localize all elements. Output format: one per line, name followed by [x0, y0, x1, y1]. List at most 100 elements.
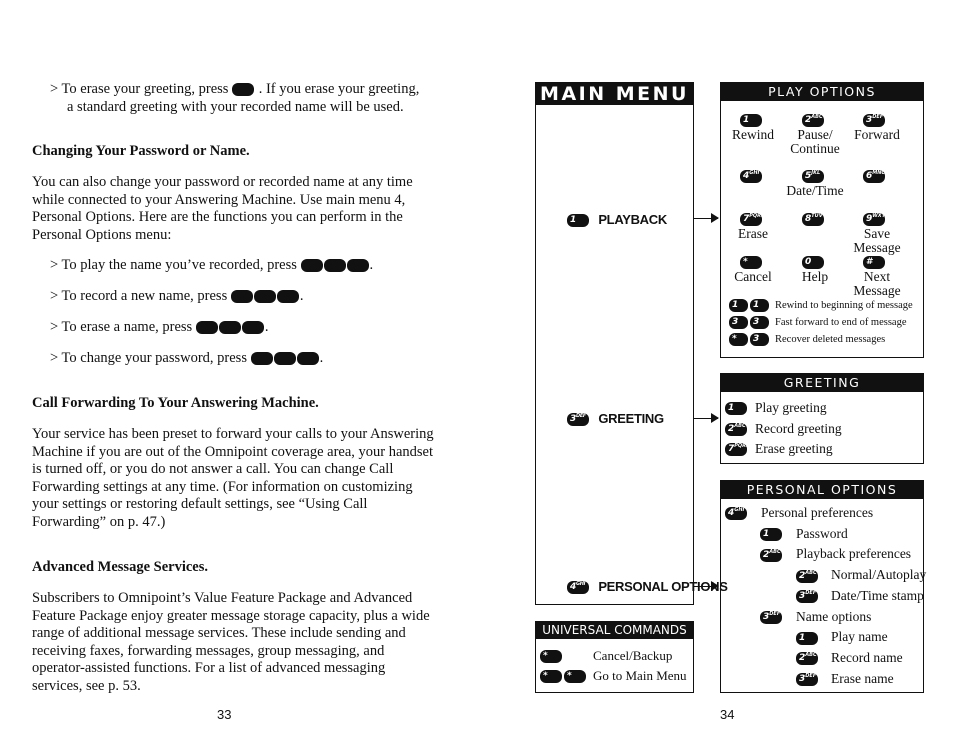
- phone-key-icon: 8TUV: [802, 213, 824, 227]
- text: . If you erase your greeting,: [258, 81, 420, 97]
- personal-item[interactable]: 1 Password: [760, 526, 848, 542]
- universal-command[interactable]: * Cancel/Backup: [540, 648, 672, 664]
- play-option[interactable]: 2ABC Pause/ Continue: [780, 113, 850, 156]
- key-letters: PQRS: [734, 443, 747, 450]
- key-letters: ABC: [734, 422, 746, 429]
- key-digit: *: [543, 671, 548, 682]
- play-option[interactable]: 7PQRSErase: [718, 212, 788, 241]
- play-option[interactable]: * Cancel: [718, 255, 788, 284]
- key-letters: GHI: [734, 507, 745, 514]
- key-digit: #: [866, 257, 873, 268]
- command-label: Go to Main Menu: [593, 668, 687, 683]
- erase-greeting-instruction: > To erase your greeting, press . If you…: [50, 81, 419, 116]
- phone-key-icon: *: [740, 256, 762, 270]
- main-menu-item[interactable]: 1 PLAYBACK: [567, 212, 667, 228]
- phone-key-icon: 3: [750, 333, 769, 346]
- item-label: Date/Time stamp: [831, 587, 924, 603]
- play-option[interactable]: 0 Help: [780, 255, 850, 284]
- text-line: Machine if you are out of the Omnipoint …: [32, 443, 434, 460]
- main-menu-item[interactable]: 3DEF GREETING: [567, 411, 664, 427]
- play-combo[interactable]: 1 1 Rewind to beginning of message: [729, 299, 913, 312]
- phone-key-icon: 3DEF: [796, 673, 818, 686]
- item-label: Playback preferences: [796, 546, 912, 562]
- phone-key-icon: 3DEF: [567, 413, 589, 427]
- phone-key-icon: 4GHI: [725, 507, 747, 521]
- text-line: Forwarding settings at any time. (For in…: [32, 478, 413, 495]
- play-combo[interactable]: 3 3 Fast forward to end of message: [729, 316, 907, 329]
- phone-key-icon: [346, 259, 369, 273]
- phone-key-icon: [296, 352, 319, 366]
- text-line: Personal Options menu:: [32, 226, 172, 243]
- phone-key-icon: *: [540, 670, 562, 684]
- text-line: receiving faxes, forwarding messages, gr…: [32, 642, 385, 659]
- phone-key-icon: 1: [750, 299, 769, 312]
- phone-key-icon: 1: [740, 114, 762, 128]
- play-option[interactable]: 6MNO: [841, 169, 913, 184]
- heading-password: Changing Your Password or Name.: [32, 143, 250, 159]
- personal-item[interactable]: 2ABC Normal/Autoplay: [796, 567, 926, 583]
- menu-label: GREETING: [598, 411, 664, 426]
- personal-item[interactable]: 2ABC Record name: [796, 650, 903, 666]
- key-letters: WXYZ: [872, 213, 885, 220]
- text: a standard greeting with your recorded n…: [67, 98, 404, 115]
- greeting-item[interactable]: 7PQRS Erase greeting: [725, 441, 833, 457]
- phone-key-icon: 5JKL: [802, 170, 824, 184]
- universal-command[interactable]: * * Go to Main Menu: [540, 668, 687, 684]
- play-option[interactable]: 5JKL Date/Time: [780, 169, 850, 198]
- play-option[interactable]: 9WXYZSave Message: [841, 212, 913, 255]
- item-label: Erase name: [831, 670, 894, 686]
- text-line: while connected to your Answering Machin…: [32, 191, 406, 208]
- key-letters: ABC: [805, 569, 817, 576]
- play-option[interactable]: 3DEF Forward: [841, 113, 913, 142]
- text-line: Feature Package enjoy greater message st…: [32, 607, 430, 624]
- key-letters: PQRS: [749, 213, 762, 220]
- phone-key-icon: [253, 290, 276, 304]
- key-digit: 1: [799, 632, 806, 643]
- phone-key-icon: 1: [725, 402, 747, 416]
- play-option[interactable]: 1 Rewind: [718, 113, 788, 142]
- key-digit: *: [543, 651, 548, 662]
- personal-item[interactable]: 3DEF Date/Time stamp: [796, 588, 924, 604]
- text-line: Forwarding” on p. 47.): [32, 513, 166, 530]
- key-digit: *: [732, 334, 737, 344]
- personal-item[interactable]: 3DEF Erase name: [796, 671, 894, 687]
- key-digit: 1: [743, 115, 750, 126]
- heading-call-forwarding: Call Forwarding To Your Answering Machin…: [32, 395, 319, 411]
- play-combo[interactable]: * 3 Recover deleted messages: [729, 333, 885, 346]
- key-letters: JKL: [811, 170, 821, 177]
- command-label: Cancel/Backup: [593, 648, 673, 663]
- personal-item[interactable]: 2ABC Playback preferences: [760, 546, 911, 562]
- play-option[interactable]: 8TUV: [780, 212, 850, 227]
- item-label: Name options: [796, 608, 872, 624]
- greeting-item[interactable]: 1 Play greeting: [725, 400, 827, 416]
- greeting-item[interactable]: 2ABC Record greeting: [725, 421, 842, 437]
- personal-item[interactable]: 1 Play name: [796, 629, 888, 645]
- phone-key-icon: [218, 321, 241, 335]
- phone-key-icon: 3DEF: [796, 590, 818, 604]
- personal-item[interactable]: 4GHI Personal preferences: [725, 505, 873, 521]
- key-letters: DEF: [805, 673, 817, 679]
- phone-key-icon: 1: [760, 528, 782, 542]
- text-line: range of additional message services. Th…: [32, 625, 406, 641]
- key-letters: MNO: [872, 170, 885, 177]
- phone-key-icon: 3: [750, 316, 769, 329]
- play-option[interactable]: # Next Message: [841, 255, 913, 298]
- text-line: You can also change your password or rec…: [32, 174, 413, 190]
- main-menu-item[interactable]: 4GHI PERSONAL OPTIONS: [567, 579, 728, 595]
- bullet-item: > To play the name you’ve recorded, pres…: [50, 257, 374, 273]
- key-letters: GHI: [575, 581, 586, 588]
- key-letters: DEF: [575, 413, 587, 420]
- phone-key-icon: 2ABC: [725, 422, 747, 436]
- phone-key-icon: [241, 321, 264, 335]
- personal-item[interactable]: 3DEF Name options: [760, 609, 871, 625]
- key-letters: DEF: [769, 610, 781, 617]
- play-option[interactable]: 4GHI: [718, 169, 788, 184]
- text: > To play the name you’ve recorded, pres…: [50, 257, 297, 273]
- item-label: Play name: [831, 629, 888, 645]
- phone-key-icon: 1: [796, 631, 818, 645]
- option-label: Next Message: [853, 269, 901, 299]
- phone-key-icon: 7PQRS: [725, 443, 747, 457]
- option-label: Save Message: [853, 226, 901, 256]
- arrow-icon: [694, 213, 719, 223]
- option-label: Erase: [738, 226, 768, 242]
